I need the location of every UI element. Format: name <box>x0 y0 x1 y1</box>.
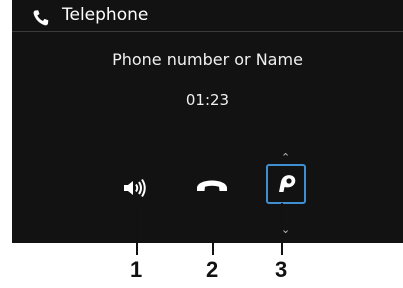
call-timer: 01:23 <box>185 91 230 109</box>
voice-control-icon <box>279 175 296 192</box>
callout-number-3: 3 <box>275 257 288 282</box>
speaker-volume-icon <box>124 178 146 198</box>
speaker-button[interactable] <box>122 178 150 202</box>
title-divider <box>12 31 403 32</box>
phone-screen: Telephone Phone number or Name 01:23 ⌃ ⌄ <box>12 0 403 243</box>
hang-up-icon <box>197 180 227 191</box>
callout-line-1 <box>136 203 138 255</box>
end-call-button[interactable] <box>195 174 229 202</box>
title-bar: Telephone <box>12 0 403 32</box>
phone-icon <box>32 9 50 31</box>
caller-name: Phone number or Name <box>112 50 303 69</box>
voice-control-button[interactable] <box>266 164 306 204</box>
callout-line-3 <box>281 203 283 255</box>
page-title: Telephone <box>62 5 149 25</box>
callout-line-2 <box>212 203 214 255</box>
callout-number-1: 1 <box>130 257 143 282</box>
callout-number-2: 2 <box>206 257 219 282</box>
chevron-up-icon[interactable]: ⌃ <box>281 152 290 163</box>
